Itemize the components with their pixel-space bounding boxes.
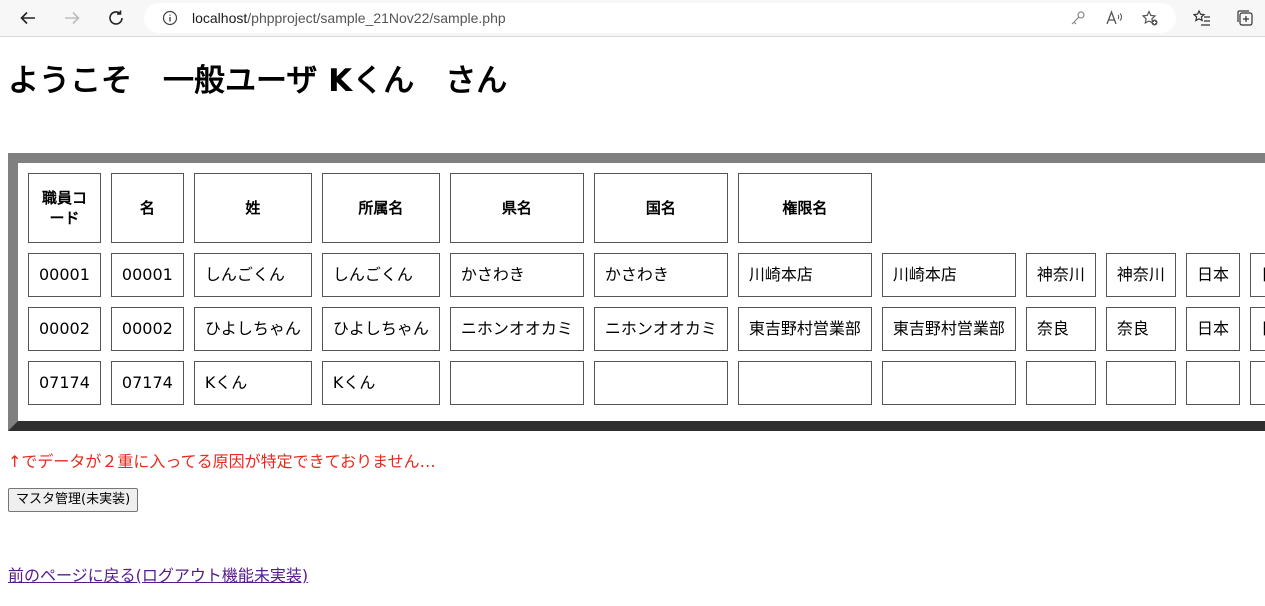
header-cell: 権限名 [737, 173, 872, 243]
table-cell: ニホンオオカミ [593, 307, 728, 351]
table-cell: 00001 [110, 253, 184, 297]
read-aloud-icon[interactable] [1106, 10, 1122, 26]
table-cell [1249, 361, 1265, 405]
table-cell: 東吉野村営業部 [737, 307, 872, 351]
table-header-row: 職員コード 名 姓 所属名 県名 国名 権限名 [28, 173, 1265, 243]
table-cell: しんごくん [193, 253, 312, 297]
table-cell: 神奈川 [1025, 253, 1096, 297]
table-cell: 00002 [28, 307, 101, 351]
staff-table-frame: 職員コード 名 姓 所属名 県名 国名 権限名 00001 00001 しんごく… [8, 153, 1265, 431]
table-cell: かさわき [449, 253, 584, 297]
back-button[interactable] [14, 4, 42, 32]
table-cell: 川崎本店 [881, 253, 1016, 297]
table-cell: ニホンオオカミ [449, 307, 584, 351]
table-cell: Kくん [193, 361, 312, 405]
table-cell: 奈良 [1105, 307, 1176, 351]
info-icon[interactable] [162, 10, 178, 26]
reload-icon [109, 10, 123, 25]
key-icon[interactable] [1070, 10, 1086, 26]
favorites-icon[interactable] [1193, 9, 1211, 27]
table-cell: Kくん [321, 361, 440, 405]
table-cell [449, 361, 584, 405]
add-favorite-icon[interactable] [1142, 10, 1158, 26]
table-cell: 07174 [28, 361, 101, 405]
table-cell: 07174 [110, 361, 184, 405]
staff-table: 職員コード 名 姓 所属名 県名 国名 権限名 00001 00001 しんごく… [18, 163, 1265, 415]
back-link[interactable]: 前のページに戻る(ログアウト機能未実装) [8, 562, 308, 586]
table-cell: ひよしちゃん [321, 307, 440, 351]
table-cell: かさわき [593, 253, 728, 297]
arrow-left-icon [20, 11, 35, 25]
browser-toolbar: localhost/phpproject/sample_21Nov22/samp… [0, 0, 1265, 37]
arrow-right-icon [65, 11, 80, 25]
table-cell: 日本 [1249, 253, 1265, 297]
table-cell [881, 361, 1016, 405]
header-cell: 所属名 [321, 173, 440, 243]
master-management-button[interactable]: マスタ管理(未実装) [8, 488, 139, 512]
table-cell: 日本 [1249, 307, 1265, 351]
table-cell: 奈良 [1025, 307, 1096, 351]
table-cell: 00002 [110, 307, 184, 351]
table-cell [1105, 361, 1176, 405]
table-cell: 日本 [1185, 253, 1240, 297]
table-cell [1025, 361, 1096, 405]
table-cell [737, 361, 872, 405]
table-cell: 日本 [1185, 307, 1240, 351]
table-cell [593, 361, 728, 405]
table-cell: 神奈川 [1105, 253, 1176, 297]
header-cell: 国名 [593, 173, 728, 243]
reload-button[interactable] [102, 4, 130, 32]
table-cell: 00001 [28, 253, 101, 297]
table-cell [1185, 361, 1240, 405]
url-text[interactable]: localhost/phpproject/sample_21Nov22/samp… [192, 10, 506, 26]
table-cell: 東吉野村営業部 [881, 307, 1016, 351]
table-row: 00002 00002 ひよしちゃん ひよしちゃん ニホンオオカミ ニホンオオカ… [28, 307, 1265, 351]
table-cell: しんごくん [321, 253, 440, 297]
forward-button[interactable] [58, 4, 86, 32]
table-row: 07174 07174 Kくん Kくん [28, 361, 1265, 405]
header-cell: 県名 [449, 173, 584, 243]
welcome-heading: ようこそ 一般ユーザ Kくん さん [8, 63, 508, 99]
table-row: 00001 00001 しんごくん しんごくん かさわき かさわき 川崎本店 川… [28, 253, 1265, 297]
header-cell: 職員コード [28, 173, 101, 243]
collections-icon[interactable] [1236, 9, 1254, 27]
header-cell: 名 [110, 173, 184, 243]
table-cell: 川崎本店 [737, 253, 872, 297]
address-bar[interactable]: localhost/phpproject/sample_21Nov22/samp… [144, 3, 1176, 33]
warning-message: ↑でデータが２重に入ってる原因が特定できておりません… [8, 452, 436, 471]
page-content: ようこそ 一般ユーザ Kくん さん 職員コード 名 姓 所属名 県名 国名 権限… [0, 37, 1265, 606]
header-cell: 姓 [193, 173, 312, 243]
table-cell: ひよしちゃん [193, 307, 312, 351]
